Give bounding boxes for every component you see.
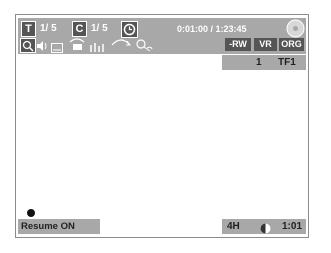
channel-number: 1 <box>256 57 262 68</box>
remaining-disc-icon <box>260 221 271 234</box>
record-dot-icon <box>27 209 35 217</box>
chapter-counter: 1/ 5 <box>91 23 108 34</box>
resume-status: Resume ON <box>21 221 75 232</box>
top-status-bar: T 1/ 5 C 1/ 5 0:01:00 / 1:23:45 -RW VR O… <box>18 18 306 54</box>
time-display: 0:01:00 / 1:23:45 <box>177 24 247 34</box>
random-icon <box>134 38 154 52</box>
remaining-time: 1:01 <box>282 221 303 232</box>
recording-mode: 4H <box>227 221 240 232</box>
osd-screen: T 1/ 5 C 1/ 5 0:01:00 / 1:23:45 -RW VR O… <box>15 14 309 238</box>
rw-badge: -RW <box>225 38 251 51</box>
marker-icon <box>90 40 104 52</box>
title-badge: T <box>21 21 36 37</box>
audio-icon <box>36 39 48 51</box>
org-badge: ORG <box>279 38 304 51</box>
title-counter: 1/ 5 <box>40 23 57 34</box>
resume-bar: Resume ON <box>18 219 100 234</box>
vr-badge: VR <box>254 38 277 51</box>
zoom-icon <box>20 38 36 53</box>
subtitle-icon <box>51 40 63 53</box>
disc-icon <box>286 19 305 38</box>
repeat-icon <box>110 36 132 50</box>
angle-icon <box>68 36 86 51</box>
chapter-badge: C <box>72 21 87 37</box>
recording-mode-bar: 4H 1:01 <box>222 219 306 234</box>
channel-bar: 1 TF1 <box>222 55 306 70</box>
channel-name: TF1 <box>278 57 296 68</box>
